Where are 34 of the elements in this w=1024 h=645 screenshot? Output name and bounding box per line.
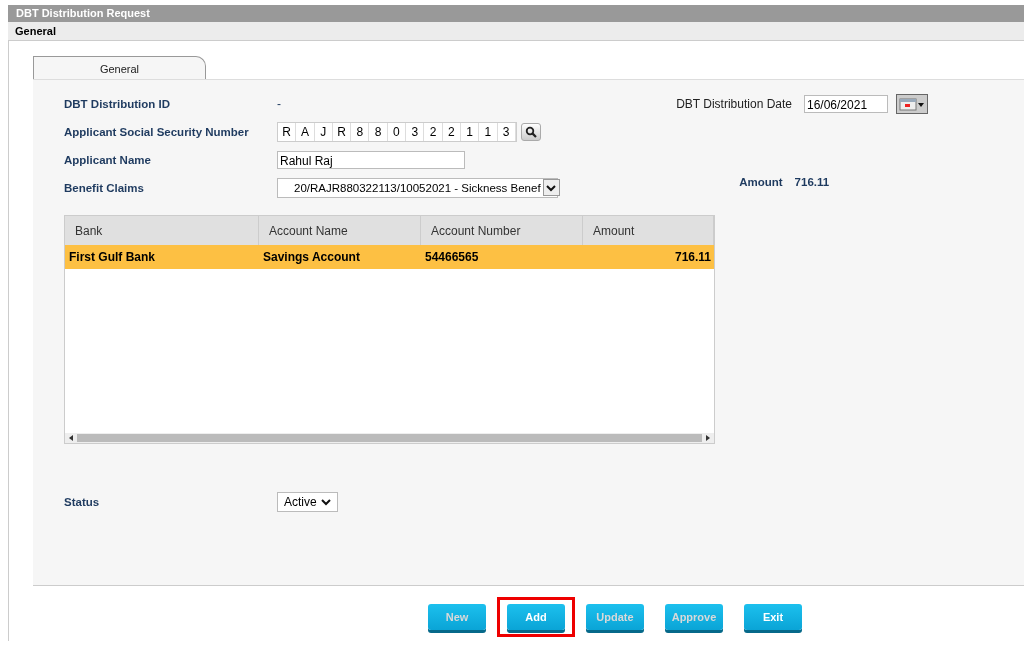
table-row[interactable]: First Gulf Bank Savings Account 54466565 716.11 [65,245,714,269]
field-label: Applicant Social Security Number [64,125,250,138]
character-field[interactable]: A [296,122,315,141]
section-header: General [8,22,1024,41]
field-label: Status [64,495,101,508]
name-input[interactable]: Rahul Raj [277,150,465,169]
amount-value: 716.11 [794,176,830,188]
character-field[interactable]: J [314,122,333,141]
field-label: DBT Distribution ID [64,97,172,110]
table-cell-text: Savings Account [262,250,361,264]
table-cell-text: 54466565 [424,250,480,264]
field-value: - [277,96,281,111]
character-field[interactable]: R [332,122,352,141]
field-label: Benefit Claims [64,181,145,194]
character-field[interactable]: 1 [479,122,498,141]
character-field[interactable]: 0 [387,122,407,141]
tab[interactable]: General [33,56,206,79]
status-dropdown[interactable]: Active [277,491,338,512]
character-field[interactable]: R [278,122,297,141]
character-field[interactable]: 3 [406,122,425,141]
table-cell-text: First Gulf Bank [68,250,156,264]
claims-dropdown[interactable]: 20/RAJR880322113/10052021 - Sickness Benef [277,177,558,198]
character-field[interactable]: 2 [424,122,443,141]
field-label: DBT Distribution Date [676,96,792,111]
character-field[interactable]: 1 [460,122,480,141]
character-field[interactable]: 8 [369,122,388,141]
character-field[interactable]: 2 [442,122,461,141]
field-label: Applicant Name [64,153,152,166]
table-cell-text: 716.11 [673,250,712,264]
amount-label: Amount [739,176,783,188]
window-title: DBT Distribution Request [8,5,1024,22]
date-input[interactable]: 16/06/2021 [804,94,888,113]
character-field[interactable]: 3 [497,122,516,141]
character-field[interactable]: 8 [351,122,370,141]
